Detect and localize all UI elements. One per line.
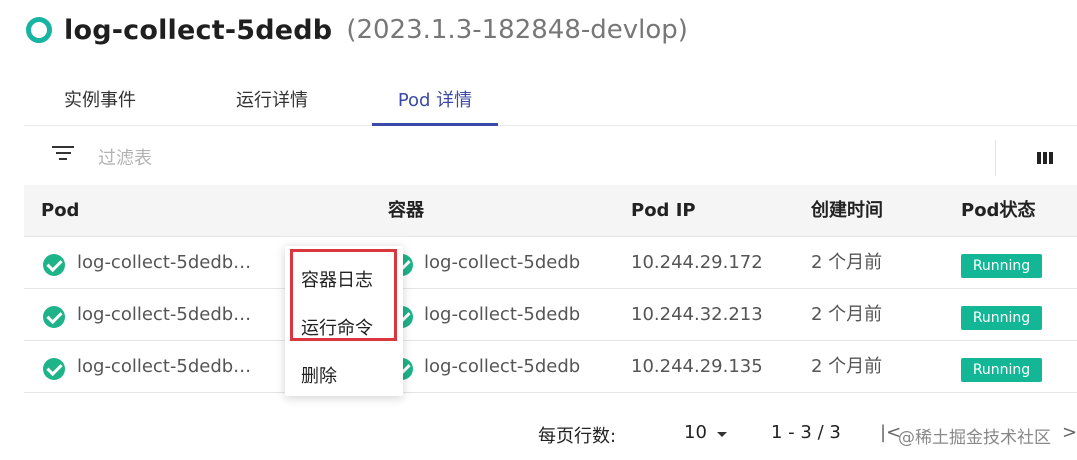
column-settings-icon[interactable] bbox=[1037, 152, 1053, 164]
tab-bar: 实例事件 运行详情 Pod 详情 bbox=[24, 80, 1077, 126]
app-name: log-collect-5dedb bbox=[64, 14, 333, 46]
filter-input[interactable]: 过滤表 bbox=[98, 144, 152, 170]
toolbar-divider bbox=[995, 140, 996, 176]
pod-ip: 10.244.29.135 bbox=[631, 356, 763, 377]
pod-ip: 10.244.32.213 bbox=[631, 304, 763, 325]
column-header-container[interactable]: 容器 bbox=[388, 185, 424, 237]
check-circle-icon bbox=[43, 254, 65, 276]
container-name[interactable]: log-collect-5dedb bbox=[424, 237, 580, 289]
column-header-pod-ip[interactable]: Pod IP bbox=[631, 185, 696, 237]
status-badge: Running bbox=[961, 306, 1042, 330]
tab-instance-events[interactable]: 实例事件 bbox=[48, 80, 152, 126]
caret-down-icon[interactable] bbox=[717, 432, 727, 437]
table-toolbar: 过滤表 bbox=[24, 126, 1077, 185]
pod-name[interactable]: log-collect-5dedb… bbox=[77, 237, 251, 289]
pod-name[interactable]: log-collect-5dedb… bbox=[77, 341, 251, 393]
pod-table: Pod 容器 Pod IP 创建时间 Pod状态 log-collect-5de… bbox=[24, 185, 1077, 393]
watermark: @稀土掘金技术社区 bbox=[898, 428, 1051, 448]
app-version: (2023.1.3-182848-devlop) bbox=[346, 15, 688, 45]
check-circle-icon bbox=[43, 358, 65, 380]
table-header: Pod 容器 Pod IP 创建时间 Pod状态 bbox=[24, 185, 1077, 237]
highlight-annotation bbox=[290, 249, 397, 341]
status-ring-icon bbox=[26, 17, 52, 43]
menu-item-delete[interactable]: 删除 bbox=[301, 362, 337, 388]
status-badge: Running bbox=[961, 358, 1042, 382]
container-name[interactable]: log-collect-5dedb bbox=[424, 289, 580, 341]
column-header-pod[interactable]: Pod bbox=[41, 185, 79, 237]
table-row[interactable]: log-collect-5dedb… log-collect-5dedb 10.… bbox=[24, 341, 1077, 393]
column-header-created[interactable]: 创建时间 bbox=[811, 185, 883, 237]
created-time: 2 个月前 bbox=[811, 356, 883, 377]
last-page-button[interactable]: >| bbox=[1062, 422, 1077, 443]
page-header: log-collect-5dedb (2023.1.3-182848-devlo… bbox=[26, 10, 688, 50]
column-header-status[interactable]: Pod状态 bbox=[961, 185, 1035, 237]
created-time: 2 个月前 bbox=[811, 252, 883, 273]
tab-pod-details[interactable]: Pod 详情 bbox=[372, 80, 498, 126]
filter-icon[interactable] bbox=[52, 146, 74, 164]
container-name[interactable]: log-collect-5dedb bbox=[424, 341, 580, 393]
status-badge: Running bbox=[961, 254, 1042, 278]
page-range: 1 - 3 / 3 bbox=[771, 422, 841, 443]
rows-per-page-label: 每页行数: bbox=[538, 426, 617, 447]
table-row[interactable]: log-collect-5dedb… log-collect-5dedb 10.… bbox=[24, 289, 1077, 341]
table-row[interactable]: log-collect-5dedb… log-collect-5dedb 10.… bbox=[24, 237, 1077, 289]
created-time: 2 个月前 bbox=[811, 304, 883, 325]
tab-run-details[interactable]: 运行详情 bbox=[220, 80, 324, 126]
rows-per-page-select[interactable]: 10 bbox=[684, 422, 707, 443]
pagination: 每页行数: 10 1 - 3 / 3 |< @稀土掘金技术社区 >| bbox=[0, 420, 1077, 450]
pod-ip: 10.244.29.172 bbox=[631, 252, 763, 273]
check-circle-icon bbox=[43, 306, 65, 328]
pod-name[interactable]: log-collect-5dedb… bbox=[77, 289, 251, 341]
